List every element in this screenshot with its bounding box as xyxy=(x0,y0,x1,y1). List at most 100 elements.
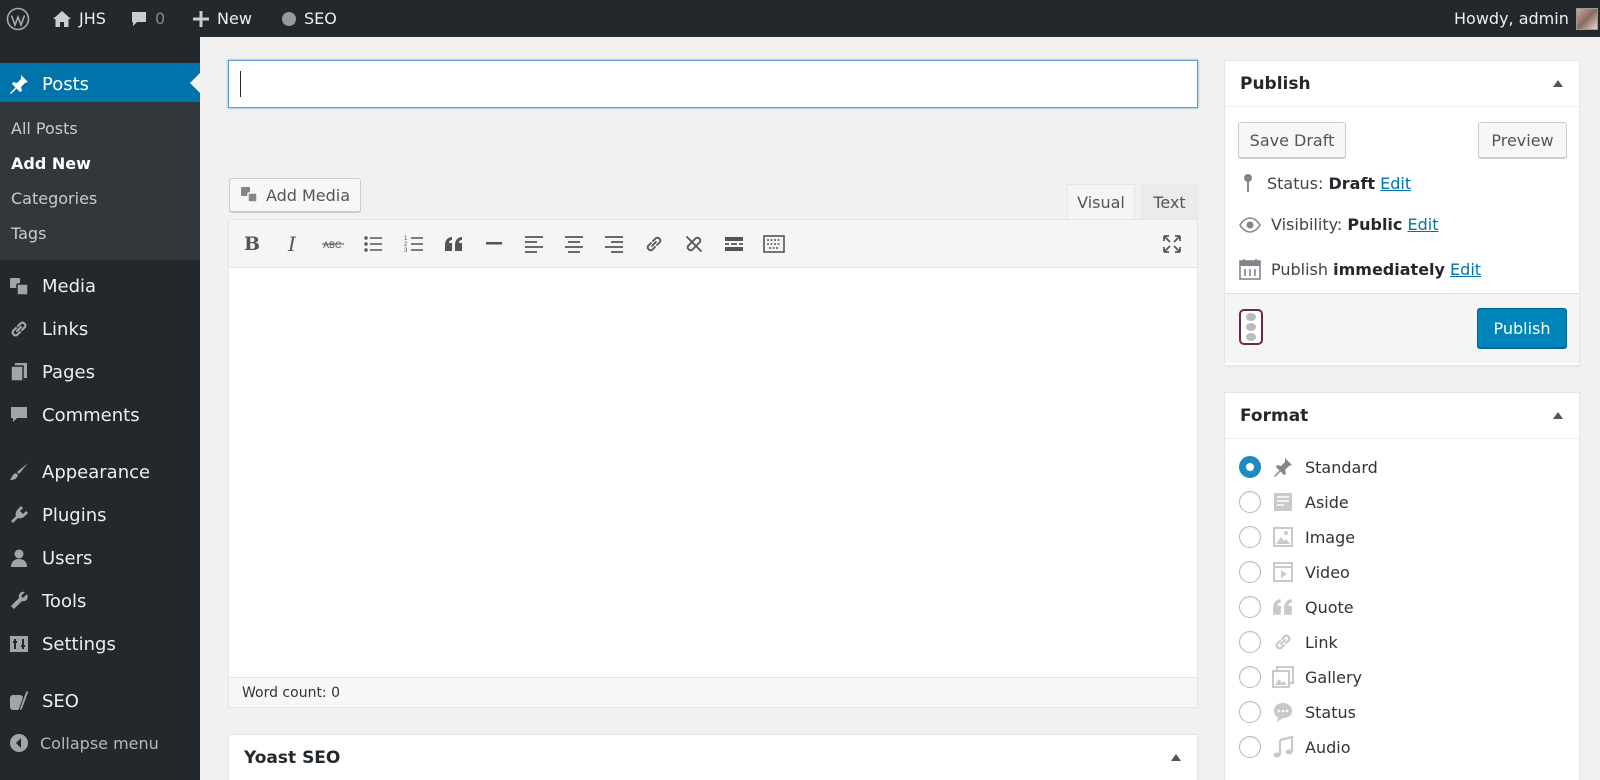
numbered-list-button[interactable]: 123 xyxy=(401,231,427,257)
status-value: Draft xyxy=(1328,173,1376,193)
tab-text[interactable]: Text xyxy=(1141,184,1198,220)
format-option-quote[interactable]: Quote xyxy=(1239,594,1354,620)
format-radio-quote[interactable] xyxy=(1239,596,1261,618)
italic-button[interactable]: I xyxy=(279,231,305,257)
sidebar-item-users[interactable]: Users xyxy=(0,538,200,578)
posts-submenu: All Posts Add New Categories Tags xyxy=(0,102,200,260)
format-radio-status[interactable] xyxy=(1239,701,1261,723)
publish-heading[interactable]: Publish xyxy=(1225,61,1579,107)
status-pin-icon xyxy=(1239,172,1257,194)
toolbar-toggle-button[interactable] xyxy=(761,231,787,257)
format-option-video[interactable]: Video xyxy=(1239,559,1350,585)
bold-button[interactable]: B xyxy=(239,231,265,257)
add-media-label: Add Media xyxy=(265,185,351,205)
distraction-free-button[interactable] xyxy=(1159,231,1185,257)
yoast-seo-heading[interactable]: Yoast SEO xyxy=(229,735,1197,780)
sidebar-item-pages[interactable]: Pages xyxy=(0,352,200,392)
seo-adminbar-link[interactable]: SEO xyxy=(281,0,337,37)
comments-link[interactable]: 0 xyxy=(130,0,165,37)
user-icon xyxy=(8,547,30,569)
submenu-all-posts[interactable]: All Posts xyxy=(11,119,78,138)
traffic-light-icon[interactable] xyxy=(1239,309,1263,345)
editor-content-area[interactable] xyxy=(229,268,1197,677)
remove-link-button[interactable] xyxy=(681,231,707,257)
format-option-image[interactable]: Image xyxy=(1239,524,1355,550)
format-option-status[interactable]: Status xyxy=(1239,699,1356,725)
format-option-aside[interactable]: Aside xyxy=(1239,489,1349,515)
strikethrough-button[interactable]: ABC xyxy=(320,231,346,257)
submenu-tags[interactable]: Tags xyxy=(11,224,46,243)
format-option-audio[interactable]: Audio xyxy=(1239,734,1350,760)
add-media-button[interactable]: Add Media xyxy=(229,178,361,212)
editor-toolbar: B I ABC 123 xyxy=(229,220,1197,268)
format-radio-video[interactable] xyxy=(1239,561,1261,583)
sidebar-item-tools[interactable]: Tools xyxy=(0,581,200,621)
submenu-add-new[interactable]: Add New xyxy=(11,154,91,173)
sidebar-item-links[interactable]: Links xyxy=(0,309,200,349)
new-content-link[interactable]: New xyxy=(192,0,252,37)
blockquote-button[interactable] xyxy=(441,231,467,257)
collapse-toggle-icon[interactable] xyxy=(1553,80,1563,87)
publish-title: Publish xyxy=(1240,73,1311,94)
schedule-label: Publish xyxy=(1271,259,1329,279)
post-status-row: Status: Draft Edit xyxy=(1239,172,1411,194)
format-option-link[interactable]: Link xyxy=(1239,629,1338,655)
settings-icon xyxy=(8,633,30,655)
site-name-link[interactable]: JHS xyxy=(52,0,106,37)
format-radio-link[interactable] xyxy=(1239,631,1261,653)
align-right-button[interactable] xyxy=(601,231,627,257)
collapse-menu-button[interactable]: Collapse menu xyxy=(0,726,200,760)
howdy-text: Howdy, admin xyxy=(1454,9,1569,28)
post-title-input[interactable] xyxy=(228,60,1198,108)
edit-visibility-link[interactable]: Edit xyxy=(1408,215,1439,234)
format-radio-gallery[interactable] xyxy=(1239,666,1261,688)
collapse-toggle-icon[interactable] xyxy=(1553,412,1563,419)
sidebar-item-media[interactable]: Media xyxy=(0,266,200,306)
edit-schedule-link[interactable]: Edit xyxy=(1450,260,1481,279)
format-radio-image[interactable] xyxy=(1239,526,1261,548)
horizontal-line-button[interactable] xyxy=(481,231,507,257)
sidebar-item-plugins[interactable]: Plugins xyxy=(0,495,200,535)
align-center-button[interactable] xyxy=(561,231,587,257)
collapse-menu-label: Collapse menu xyxy=(40,733,159,753)
my-account-link[interactable]: Howdy, admin xyxy=(1454,0,1598,37)
link-icon xyxy=(1271,630,1295,654)
format-radio-standard[interactable] xyxy=(1239,456,1261,478)
seo-status-dot-icon xyxy=(281,11,297,27)
tab-visual[interactable]: Visual xyxy=(1067,184,1135,220)
insert-link-button[interactable] xyxy=(641,231,667,257)
align-left-button[interactable] xyxy=(521,231,547,257)
submenu-categories[interactable]: Categories xyxy=(11,189,97,208)
sidebar-item-label: Appearance xyxy=(42,461,151,483)
publish-button[interactable]: Publish xyxy=(1477,308,1567,348)
sidebar-item-seo[interactable]: SEO xyxy=(0,681,200,721)
image-icon xyxy=(1271,525,1295,549)
sidebar-item-comments[interactable]: Comments xyxy=(0,395,200,435)
format-heading[interactable]: Format xyxy=(1225,393,1579,439)
save-draft-button[interactable]: Save Draft xyxy=(1238,122,1346,158)
format-radio-audio[interactable] xyxy=(1239,736,1261,758)
collapse-toggle-icon[interactable] xyxy=(1171,754,1181,761)
schedule-value: immediately xyxy=(1333,259,1445,279)
edit-status-link[interactable]: Edit xyxy=(1380,174,1411,193)
preview-button[interactable]: Preview xyxy=(1478,122,1567,158)
format-option-gallery[interactable]: Gallery xyxy=(1239,664,1362,690)
format-label: Gallery xyxy=(1305,667,1362,687)
sidebar-item-label: Pages xyxy=(42,361,95,383)
eye-icon xyxy=(1239,216,1261,233)
format-option-standard[interactable]: Standard xyxy=(1239,454,1378,480)
sidebar-item-settings[interactable]: Settings xyxy=(0,624,200,664)
publish-box: Publish Save Draft Preview Status: Draft… xyxy=(1224,60,1580,366)
read-more-button[interactable] xyxy=(721,231,747,257)
bullet-list-button[interactable] xyxy=(360,231,386,257)
text-caret xyxy=(240,71,241,97)
sidebar-item-posts[interactable]: Posts xyxy=(0,63,200,105)
format-title: Format xyxy=(1240,405,1309,426)
format-label: Link xyxy=(1305,632,1338,652)
wordpress-logo-icon[interactable] xyxy=(6,0,30,37)
sidebar-item-appearance[interactable]: Appearance xyxy=(0,452,200,492)
music-note-icon xyxy=(1271,735,1295,759)
status-label: Status: xyxy=(1267,173,1324,193)
gallery-icon xyxy=(1271,665,1295,689)
format-radio-aside[interactable] xyxy=(1239,491,1261,513)
